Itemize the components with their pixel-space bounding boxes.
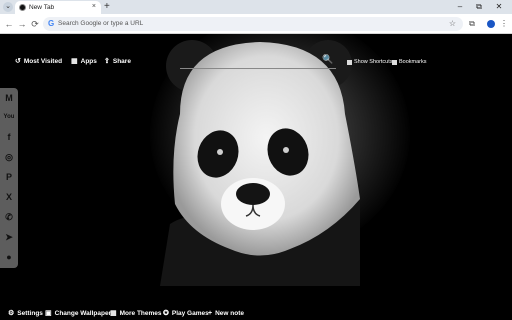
bookmarks-label: Bookmarks	[399, 59, 427, 65]
bookmark-icon	[392, 59, 397, 65]
tab-search-chevron-icon[interactable]: ⌄	[3, 2, 13, 12]
apps-grid-icon: ▦	[71, 58, 78, 65]
whatsapp-icon[interactable]: ✆	[2, 210, 16, 224]
pinterest-icon[interactable]: P	[2, 170, 16, 184]
x-icon[interactable]: X	[2, 190, 16, 204]
gear-icon: ⚙	[8, 310, 15, 317]
new-note-button[interactable]: + New note	[208, 309, 244, 319]
show-shortcuts-button[interactable]: Show Shortcuts	[347, 58, 393, 66]
settings-button[interactable]: ⚙ Settings	[8, 309, 43, 319]
forward-button[interactable]: →	[16, 17, 28, 31]
change-wallpaper-label: Change Wallpaper	[54, 310, 112, 317]
show-shortcuts-label: Show Shortcuts	[354, 59, 393, 65]
search-input[interactable]	[180, 68, 336, 69]
tab-close-icon[interactable]: ×	[92, 2, 96, 12]
minimize-button[interactable]: –	[453, 1, 467, 13]
tab-title: New Tab	[29, 4, 55, 11]
more-themes-button[interactable]: ▦ More Themes	[110, 309, 162, 319]
wallpaper-icon: ▣	[45, 310, 52, 317]
search-icon[interactable]: 🔍	[322, 53, 333, 65]
most-visited-button[interactable]: ↺ Most Visited	[15, 57, 62, 67]
history-icon: ↺	[15, 58, 21, 65]
browser-toolbar: ← → ⟳ G Search Google or type a URL ☆ ⧉ …	[0, 14, 512, 34]
gmail-icon[interactable]: M	[2, 91, 16, 105]
social-sidebar: M You f ◎ P X ✆ ➤ ●	[0, 88, 18, 268]
play-games-label: Play Games	[171, 310, 209, 317]
reddit-icon[interactable]: ●	[2, 250, 16, 264]
address-bar[interactable]: G Search Google or type a URL ☆	[43, 17, 463, 31]
themes-grid-icon: ▦	[110, 310, 117, 317]
tab-new-tab[interactable]: New Tab ×	[15, 1, 101, 14]
apps-button[interactable]: ▦ Apps	[71, 57, 97, 67]
new-tab-page: ↺ Most Visited ▦ Apps ⇪ Share 🔍 Show Sho…	[0, 34, 512, 320]
tab-strip: ⌄ New Tab × + – ⧉ ✕	[0, 0, 512, 14]
telegram-icon[interactable]: ➤	[2, 230, 16, 244]
new-note-label: New note	[215, 310, 244, 317]
play-games-button[interactable]: ✪ Play Games	[163, 309, 209, 319]
panda-favicon-icon	[19, 4, 26, 11]
address-bar-placeholder: Search Google or type a URL	[58, 20, 144, 27]
close-window-button[interactable]: ✕	[492, 1, 506, 13]
menu-kebab-icon[interactable]: ⋮	[498, 17, 510, 31]
reload-button[interactable]: ⟳	[29, 17, 41, 31]
apps-label: Apps	[80, 58, 97, 65]
most-visited-label: Most Visited	[23, 58, 63, 65]
back-button[interactable]: ←	[3, 17, 15, 31]
change-wallpaper-button[interactable]: ▣ Change Wallpaper	[45, 309, 111, 319]
extensions-icon[interactable]: ⧉	[466, 17, 478, 31]
youtube-icon[interactable]: You	[2, 110, 16, 124]
bookmarks-button[interactable]: Bookmarks	[392, 58, 427, 66]
new-tab-button[interactable]: +	[104, 1, 110, 13]
google-g-icon: G	[48, 19, 55, 28]
share-label: Share	[112, 58, 131, 65]
share-button[interactable]: ⇪ Share	[104, 57, 131, 67]
plus-icon: +	[208, 310, 213, 317]
shortcuts-icon	[347, 59, 352, 65]
bookmark-star-icon[interactable]: ☆	[449, 18, 456, 30]
profile-avatar[interactable]	[487, 20, 495, 28]
panda-wallpaper	[160, 40, 360, 286]
facebook-icon[interactable]: f	[2, 130, 16, 144]
share-icon: ⇪	[104, 58, 110, 65]
more-themes-label: More Themes	[119, 310, 162, 317]
maximize-button[interactable]: ⧉	[472, 1, 486, 13]
instagram-icon[interactable]: ◎	[2, 150, 16, 164]
gamepad-icon: ✪	[163, 310, 169, 317]
settings-label: Settings	[17, 310, 43, 317]
